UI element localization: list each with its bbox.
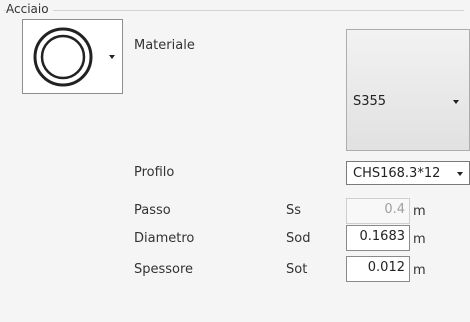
passo-field[interactable]: 0.4: [346, 198, 410, 224]
profilo-label: Profilo: [134, 165, 175, 180]
spessore-label: Spessore: [134, 262, 194, 277]
circular-hollow-section-icon: [23, 20, 103, 93]
chevron-down-icon: [453, 100, 459, 104]
profilo-value: CHS168.3*12: [353, 166, 441, 181]
spessore-unit: m: [413, 263, 426, 278]
diametro-symbol: Sod: [286, 231, 311, 246]
profilo-dropdown[interactable]: CHS168.3*12: [346, 161, 470, 185]
materiale-value: S355: [353, 94, 387, 109]
diametro-unit: m: [413, 232, 426, 247]
passo-unit: m: [413, 204, 426, 219]
group-title: Acciaio: [6, 2, 53, 16]
materiale-label: Materiale: [134, 38, 195, 53]
spessore-field[interactable]: 0.012: [346, 256, 410, 282]
passo-label: Passo: [134, 203, 171, 218]
chevron-down-icon[interactable]: [103, 54, 121, 59]
materiale-dropdown[interactable]: S355: [346, 29, 470, 151]
diametro-label: Diametro: [134, 231, 195, 246]
chevron-down-icon: [457, 172, 463, 176]
diametro-field[interactable]: 0.1683: [346, 225, 410, 251]
spessore-symbol: Sot: [286, 262, 308, 277]
section-shape-picker[interactable]: [22, 19, 123, 94]
passo-symbol: Ss: [286, 203, 302, 218]
